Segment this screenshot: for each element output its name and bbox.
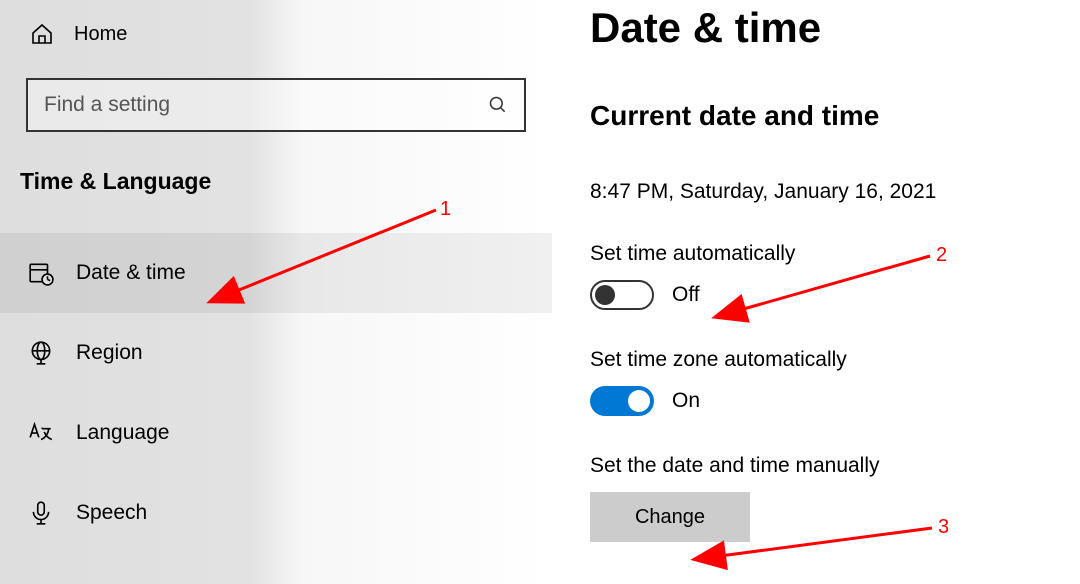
section-heading: Current date and time: [590, 100, 1080, 132]
page-title: Date & time: [590, 4, 1080, 52]
search-input[interactable]: [28, 93, 488, 117]
calendar-clock-icon: [28, 260, 54, 286]
sidebar-item-label: Speech: [76, 501, 147, 525]
sidebar-item-label: Language: [76, 421, 169, 445]
set-time-auto-label: Set time automatically: [590, 242, 1080, 266]
home-icon: [30, 22, 54, 46]
annotation-number-2: 2: [936, 244, 947, 267]
microphone-icon: [28, 500, 54, 526]
change-button[interactable]: Change: [590, 492, 750, 542]
sidebar-nav: Date & time Region Language Speech: [0, 233, 552, 553]
set-tz-auto-label: Set time zone automatically: [590, 348, 1080, 372]
sidebar-item-label: Date & time: [76, 261, 186, 285]
current-datetime: 8:47 PM, Saturday, January 16, 2021: [590, 180, 1080, 204]
annotation-number-3: 3: [938, 516, 949, 539]
globe-icon: [28, 340, 54, 366]
search-icon: [488, 95, 508, 115]
sidebar-item-date-time[interactable]: Date & time: [0, 233, 552, 313]
home-label: Home: [74, 23, 127, 46]
set-tz-auto-toggle[interactable]: [590, 386, 654, 416]
language-az-icon: [28, 420, 54, 446]
set-manual-label: Set the date and time manually: [590, 454, 1080, 478]
sidebar-category: Time & Language: [0, 132, 552, 205]
search-box[interactable]: [26, 78, 526, 132]
main-panel: Date & time Current date and time 8:47 P…: [590, 0, 1080, 584]
sidebar-item-label: Region: [76, 341, 143, 365]
set-time-auto-toggle[interactable]: [590, 280, 654, 310]
home-nav[interactable]: Home: [0, 0, 552, 56]
sidebar-item-language[interactable]: Language: [0, 393, 552, 473]
settings-sidebar: Home Time & Language Date & time Region: [0, 0, 552, 584]
set-time-auto-state: Off: [672, 283, 700, 307]
annotation-number-1: 1: [440, 198, 451, 221]
sidebar-item-region[interactable]: Region: [0, 313, 552, 393]
sidebar-item-speech[interactable]: Speech: [0, 473, 552, 553]
set-tz-auto-state: On: [672, 389, 700, 413]
